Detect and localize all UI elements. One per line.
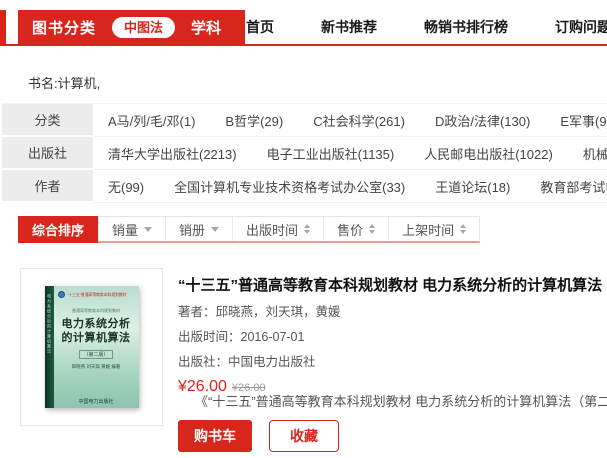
menu-new-books[interactable]: 新书推荐: [321, 17, 377, 37]
nav-underline: [0, 44, 607, 46]
pubdate-value: 2016-07-01: [241, 330, 305, 344]
filter-option[interactable]: A马/列/毛/邓(1): [108, 111, 195, 130]
filter-options-category: A马/列/毛/邓(1) B哲学(29) C社会科学(261) D政治/法律(13…: [93, 104, 607, 137]
cover-series-badge: “十三五”普通高等教育本科规划教材: [67, 292, 127, 298]
cover-title-line1: 电力系统分析: [62, 317, 131, 331]
tab-xueke[interactable]: 学科: [191, 17, 221, 38]
menu-bestsellers[interactable]: 畅销书排行榜: [424, 17, 508, 37]
sort-updown-icon: [304, 224, 310, 234]
filter-option[interactable]: 无(99): [108, 177, 144, 196]
menu-order-questions[interactable]: 订购问题: [555, 17, 607, 37]
filter-option[interactable]: B哲学(29): [225, 111, 283, 130]
book-publisher-line: 出版社：中国电力出版社: [178, 351, 607, 370]
book-info-column: “十三五”普通高等教育本科规划教材 电力系统分析的计算机算法（第二版） 著者：邱…: [178, 274, 607, 396]
search-summary: 书名:计算机,: [28, 73, 100, 92]
filter-row-author: 作者 无(99) 全国计算机专业技术资格考试办公室(33) 王道论坛(18) 教…: [2, 170, 607, 203]
authors-value: 邱晓燕，刘天琪，黄媛: [216, 305, 341, 319]
add-to-cart-button[interactable]: 购书车: [178, 420, 252, 452]
book-cover-image: 电力系统分析的计算机算法 “十三五”普通高等教育本科规划教材 普通高等教育本科规…: [45, 286, 139, 408]
filter-label-publisher: 出版社: [2, 137, 93, 170]
book-actions: 购书车 收藏: [178, 420, 339, 452]
cover-header: “十三五”普通高等教育本科规划教材: [58, 291, 135, 298]
sort-tab-label: 出版时间: [246, 220, 298, 239]
tab-zhongtufa[interactable]: 中图法: [112, 17, 175, 38]
cover-publisher: 中国电力出版社: [54, 398, 139, 405]
book-category-label[interactable]: 图书分类: [32, 17, 96, 38]
filter-label-author: 作者: [2, 170, 93, 203]
filter-option[interactable]: 王道论坛(18): [435, 177, 510, 196]
filter-table: 分类 A马/列/毛/邓(1) B哲学(29) C社会科学(261) D政治/法律…: [2, 103, 607, 203]
sort-updown-icon: [369, 224, 375, 234]
filter-option[interactable]: D政治/法律(130): [435, 111, 530, 130]
cover-edition: （第二版）: [79, 350, 112, 359]
cover-authors: 邱晓燕 刘天琪 黄媛 编著: [72, 364, 121, 370]
book-search-page: 图书分类 中图法 学科 首页 新书推荐 畅销书排行榜 订购问题 书名:计算机, …: [0, 0, 607, 458]
book-description: 《“十三五”普通高等教育本科规划教材 电力系统分析的计算机算法（第二版）》为“: [195, 391, 607, 410]
filter-option[interactable]: 教育部考试中心(16): [540, 177, 607, 196]
filter-label-category: 分类: [2, 104, 93, 137]
sort-tab-label: 售价: [337, 220, 363, 239]
filter-options-author: 无(99) 全国计算机专业技术资格考试办公室(33) 王道论坛(18) 教育部考…: [93, 170, 607, 203]
sort-updown-icon: [460, 224, 466, 234]
filter-option[interactable]: 人民邮电出版社(1022): [424, 144, 553, 163]
book-spine-title: 电力系统分析的计算机算法: [46, 294, 52, 354]
authors-label: 著者：: [178, 305, 216, 319]
sort-tab-shelf-time[interactable]: 上架时间: [388, 217, 479, 241]
filter-option[interactable]: 机械工业出版社(: [583, 144, 607, 163]
filter-option[interactable]: 电子工业出版社(1135): [267, 144, 395, 163]
book-authors-line: 著者：邱晓燕，刘天琪，黄媛: [178, 301, 607, 320]
filter-option[interactable]: 清华大学出版社(2213): [108, 144, 237, 163]
top-navigation: 图书分类 中图法 学科 首页 新书推荐 畅销书排行榜 订购问题: [0, 10, 607, 44]
sort-tab-pubdate[interactable]: 出版时间: [232, 217, 323, 241]
nav-left-edge-decoration: [0, 10, 6, 44]
book-front-cover: “十三五”普通高等教育本科规划教材 普通高等教育本科规划教材 电力系统分析 的计…: [54, 286, 139, 408]
sort-tab-label: 销册: [179, 220, 205, 239]
filter-options-publisher: 清华大学出版社(2213) 电子工业出版社(1135) 人民邮电出版社(1022…: [93, 137, 607, 170]
cover-logo-icon: [58, 291, 65, 298]
sort-tab-label: 上架时间: [402, 220, 454, 239]
filter-option[interactable]: E军事(9): [560, 111, 607, 130]
filter-option[interactable]: C社会科学(261): [313, 111, 405, 130]
cover-series-line: 普通高等教育本科规划教材: [72, 308, 120, 314]
book-pubdate-line: 出版时间：2016-07-01: [178, 326, 607, 345]
publisher-value: 中国电力出版社: [228, 355, 316, 369]
filter-row-category: 分类 A马/列/毛/邓(1) B哲学(29) C社会科学(261) D政治/法律…: [2, 104, 607, 137]
filter-option[interactable]: 全国计算机专业技术资格考试办公室(33): [174, 177, 405, 196]
main-menu: 首页 新书推荐 畅销书排行榜 订购问题: [246, 10, 607, 44]
book-title-link[interactable]: “十三五”普通高等教育本科规划教材 电力系统分析的计算机算法（第二版）: [178, 274, 607, 295]
sort-down-icon: [211, 227, 219, 232]
menu-home[interactable]: 首页: [246, 17, 274, 37]
sort-tab-sales[interactable]: 销量: [98, 217, 165, 241]
sort-tab-price[interactable]: 售价: [323, 217, 388, 241]
cover-title-line2: 的计算机算法: [62, 331, 131, 345]
category-nav-block: 图书分类 中图法 学科: [18, 10, 245, 44]
sort-down-icon: [144, 227, 152, 232]
filter-row-publisher: 出版社 清华大学出版社(2213) 电子工业出版社(1135) 人民邮电出版社(…: [2, 137, 607, 170]
sort-tab-comprehensive[interactable]: 综合排序: [18, 216, 98, 243]
sort-tab-label: 销量: [112, 220, 138, 239]
book-spine: 电力系统分析的计算机算法: [45, 286, 54, 408]
book-cover-thumbnail[interactable]: 电力系统分析的计算机算法 “十三五”普通高等教育本科规划教材 普通高等教育本科规…: [20, 268, 163, 426]
pubdate-label: 出版时间：: [178, 330, 241, 344]
favorite-button[interactable]: 收藏: [269, 420, 339, 452]
publisher-label: 出版社：: [178, 355, 228, 369]
sort-bar: 综合排序 销量 销册 出版时间 售价 上架时间: [18, 216, 480, 243]
sort-tab-copies[interactable]: 销册: [165, 217, 232, 241]
